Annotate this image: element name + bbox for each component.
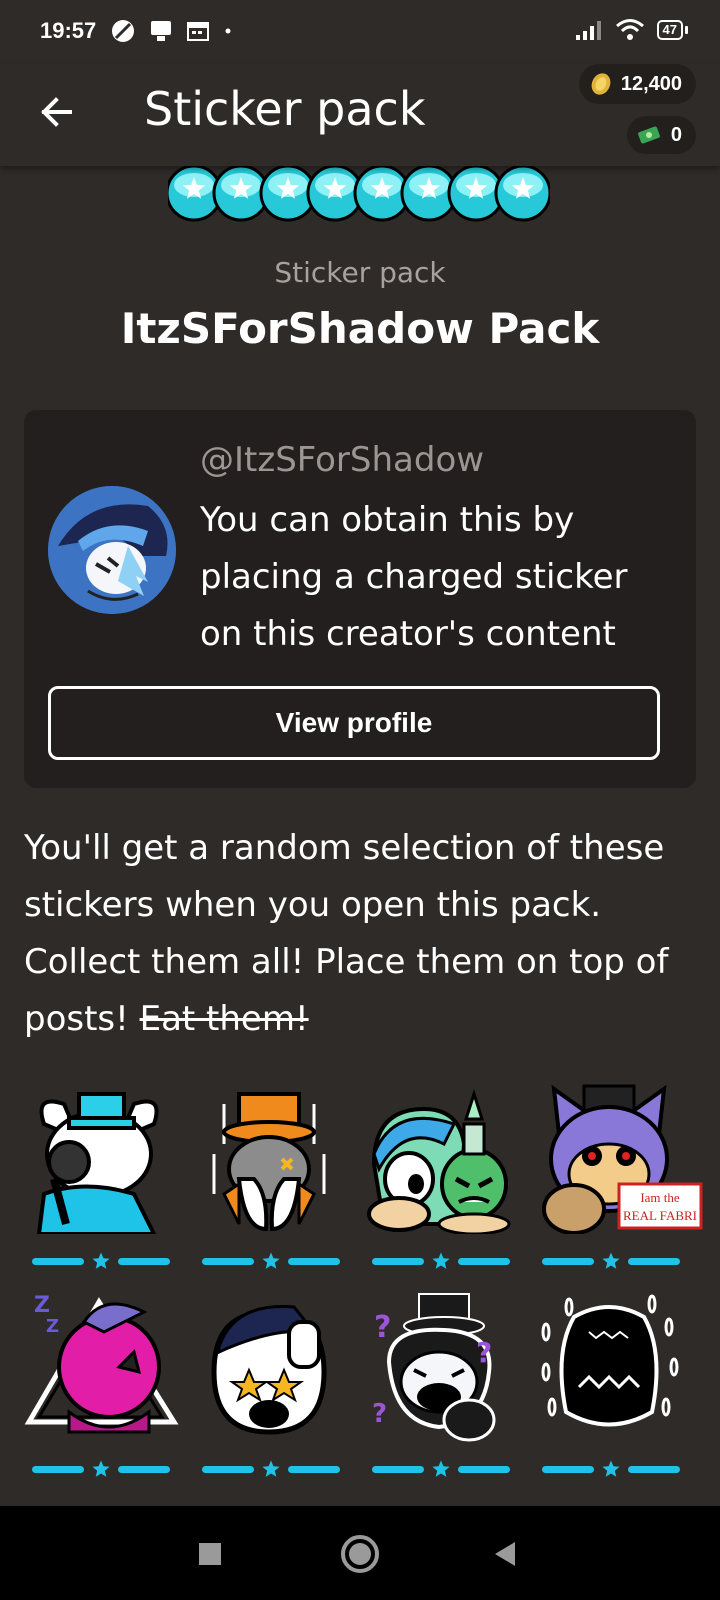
home-button[interactable] xyxy=(332,1526,388,1582)
rarity-line xyxy=(372,1466,424,1473)
sticker-image: ? ? ? xyxy=(372,1293,496,1442)
cash-icon xyxy=(637,126,660,144)
nav-back-button[interactable] xyxy=(478,1526,534,1582)
rarity-line xyxy=(32,1466,84,1473)
status-bar: 19:57 47 xyxy=(0,0,720,64)
coin-icon xyxy=(591,73,611,95)
rarity-line xyxy=(542,1466,594,1473)
rarity-line xyxy=(118,1466,170,1473)
cast-icon xyxy=(151,21,171,41)
coins-amount: 12,400 xyxy=(620,72,682,95)
battery-icon: 47 xyxy=(656,20,688,40)
main-content: Sticker pack ItzSForShadow Pack @ItzSFor… xyxy=(0,166,720,1484)
sticker-image: Iam the REAL FABRI xyxy=(542,1084,703,1234)
rarity-line xyxy=(458,1258,510,1265)
cash-balance[interactable]: 0 xyxy=(626,116,696,154)
back-triangle-icon xyxy=(495,1542,515,1566)
home-circle-icon xyxy=(341,1535,379,1573)
rarity-line xyxy=(542,1258,594,1265)
rarity-line xyxy=(288,1466,340,1473)
sticker-image xyxy=(367,1089,511,1234)
sticker-sign-line2: REAL FABRI xyxy=(623,1208,697,1223)
recents-button[interactable] xyxy=(182,1526,238,1582)
svg-text:?: ? xyxy=(372,1399,387,1429)
rarity-line xyxy=(32,1258,84,1265)
status-time: 19:57 xyxy=(40,18,97,43)
rarity-star-icon xyxy=(262,1252,280,1269)
sticker-item[interactable]: ? ? ? xyxy=(364,1292,514,1477)
calendar-icon xyxy=(187,22,209,41)
rarity-line xyxy=(628,1466,680,1473)
rarity-star-icon xyxy=(262,1460,280,1477)
page-title: Sticker pack xyxy=(144,82,426,136)
status-icons-right: 47 xyxy=(575,18,688,42)
pack-description: You'll get a random selection of these s… xyxy=(24,820,704,1048)
rarity-line xyxy=(118,1258,170,1265)
recents-square-icon xyxy=(199,1543,221,1565)
sticker-item[interactable] xyxy=(194,1084,344,1269)
cash-amount: 0 xyxy=(670,123,682,146)
svg-text:?: ? xyxy=(374,1310,391,1345)
sticker-image xyxy=(211,1305,327,1435)
sticker-image xyxy=(541,1294,679,1427)
rarity-star-icon xyxy=(602,1252,620,1269)
system-nav-bar xyxy=(0,1506,720,1600)
arrow-left-icon xyxy=(41,97,72,127)
rarity-star-icon xyxy=(92,1460,110,1477)
rarity-bar xyxy=(372,1460,510,1477)
sticker-item[interactable]: Iam the REAL FABRI xyxy=(534,1084,703,1269)
rarity-bar xyxy=(372,1252,510,1269)
rarity-star-icon xyxy=(602,1460,620,1477)
rarity-line xyxy=(202,1258,254,1265)
pack-name: ItzSForShadow Pack xyxy=(120,304,600,353)
app-bar: Sticker pack 12,400 0 xyxy=(0,64,720,166)
creator-handle: @ItzSForShadow xyxy=(200,440,485,480)
sticker-item[interactable] xyxy=(24,1084,174,1269)
rarity-line xyxy=(458,1466,510,1473)
sticker-image: Z Z xyxy=(24,1293,179,1434)
battery-level: 47 xyxy=(656,20,683,40)
rarity-line xyxy=(202,1466,254,1473)
rarity-bar xyxy=(32,1460,170,1477)
sticker-item[interactable] xyxy=(364,1084,514,1269)
status-icons-left xyxy=(110,18,234,44)
banner-star-bubble xyxy=(494,166,550,222)
rarity-line xyxy=(288,1258,340,1265)
rarity-bar xyxy=(542,1460,680,1477)
dot-icon xyxy=(225,28,231,34)
sticker-item[interactable] xyxy=(194,1292,344,1477)
sticker-item[interactable]: Z Z xyxy=(24,1292,179,1477)
sticker-sign-line1: Iam the xyxy=(640,1190,680,1205)
rarity-bar xyxy=(542,1252,680,1269)
pack-banner xyxy=(168,166,550,222)
rarity-bar xyxy=(32,1252,170,1269)
wifi-icon xyxy=(615,19,644,40)
pack-description-text: You'll get a random selection of these s… xyxy=(24,828,669,1039)
signal-icon xyxy=(575,21,601,40)
svg-text:Z: Z xyxy=(46,1316,59,1337)
sticker-item[interactable] xyxy=(534,1292,684,1477)
rarity-line xyxy=(372,1258,424,1265)
sticker-image xyxy=(212,1092,326,1232)
soccer-icon xyxy=(112,20,134,42)
avatar[interactable] xyxy=(48,486,176,614)
rarity-line xyxy=(628,1258,680,1265)
rarity-star-icon xyxy=(432,1252,450,1269)
pack-description-struck: Eat them! xyxy=(139,999,309,1039)
sticker-image xyxy=(36,1092,159,1234)
coins-balance[interactable]: 12,400 xyxy=(578,64,696,104)
rarity-star-icon xyxy=(92,1252,110,1269)
svg-text:?: ? xyxy=(476,1336,492,1369)
svg-text:Z: Z xyxy=(34,1293,50,1318)
rarity-bar xyxy=(202,1252,340,1269)
creator-card: @ItzSForShadow You can obtain this by pl… xyxy=(24,410,696,788)
pack-label: Sticker pack xyxy=(274,256,446,289)
view-profile-button[interactable]: View profile xyxy=(48,686,660,760)
creator-info: You can obtain this by placing a charged… xyxy=(200,500,628,654)
back-button[interactable] xyxy=(30,86,82,138)
rarity-bar xyxy=(202,1460,340,1477)
rarity-star-icon xyxy=(432,1460,450,1477)
